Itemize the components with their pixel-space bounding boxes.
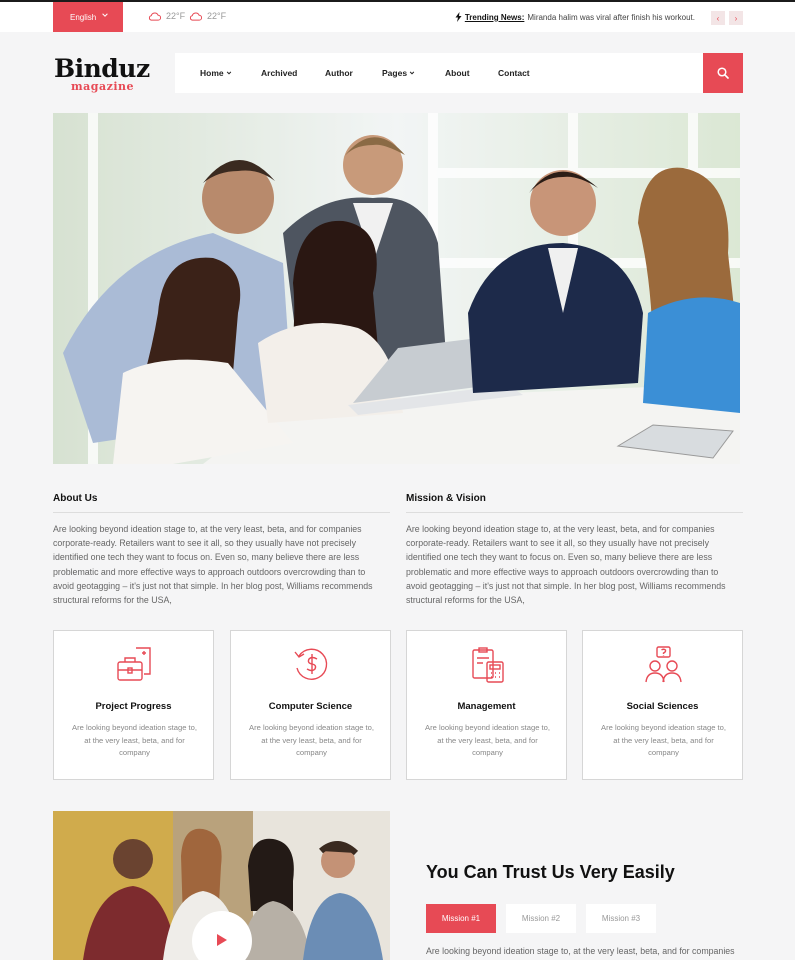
nav-item-author[interactable]: Author <box>325 68 353 78</box>
weather-item: 22°F <box>189 11 226 21</box>
service-card[interactable]: Project Progress Are looking beyond idea… <box>53 630 214 780</box>
chevron-down-icon <box>409 71 415 75</box>
main-nav: Home Archived Author Pages About Contact <box>175 53 703 93</box>
mission-text: Are looking beyond ideation stage to, at… <box>406 524 726 606</box>
nav-item-home[interactable]: Home <box>200 68 232 78</box>
logo-wordmark: Binduz <box>54 54 150 83</box>
card-text: Are looking beyond ideation stage to, at… <box>249 723 374 757</box>
hero-image <box>53 113 740 464</box>
about-heading: About Us <box>53 493 98 504</box>
tab-mission-2[interactable]: Mission #2 <box>506 904 576 933</box>
nav-label: Home <box>200 68 224 78</box>
language-label: English <box>70 12 97 22</box>
card-text: Are looking beyond ideation stage to, at… <box>425 723 550 757</box>
card-text: Are looking beyond ideation stage to, at… <box>601 723 726 757</box>
trust-text: Are looking beyond ideation stage to, at… <box>426 946 735 956</box>
logo-tagline: magazine <box>71 80 135 93</box>
service-card[interactable]: Social Sciences Are looking beyond ideat… <box>582 630 743 780</box>
video-thumbnail[interactable] <box>53 811 390 960</box>
service-card[interactable]: Management Are looking beyond ideation s… <box>406 630 567 780</box>
trending-headline[interactable]: Miranda halim was viral after finish his… <box>527 13 695 22</box>
play-icon <box>217 934 227 946</box>
chevron-right-icon: › <box>734 13 738 23</box>
nav-label: Pages <box>382 68 408 78</box>
divider <box>53 512 390 513</box>
office-team-illustration <box>53 113 740 464</box>
nav-label: Contact <box>498 68 530 78</box>
nav-label: Author <box>325 68 353 78</box>
dollar-refresh-icon <box>294 648 328 680</box>
card-text: Are looking beyond ideation stage to, at… <box>72 723 197 757</box>
chevron-down-icon <box>102 13 108 17</box>
site-logo[interactable]: Binduz magazine <box>54 54 150 93</box>
tab-mission-1[interactable]: Mission #1 <box>426 904 496 933</box>
mission-heading: Mission & Vision <box>406 493 486 504</box>
nav-label: Archived <box>261 68 298 78</box>
weather-item: 22°F <box>148 11 185 21</box>
divider <box>406 512 743 513</box>
tab-mission-3[interactable]: Mission #3 <box>586 904 656 933</box>
card-title: Social Sciences <box>626 701 699 712</box>
language-selector[interactable]: English <box>53 2 123 32</box>
briefcase-icon <box>117 647 151 681</box>
trending-label: Trending News: <box>464 12 525 22</box>
tab-label: Mission #2 <box>521 914 561 923</box>
nav-item-about[interactable]: About <box>445 68 470 78</box>
search-button[interactable] <box>703 53 743 93</box>
calculator-clipboard-icon <box>472 647 504 683</box>
service-card[interactable]: Computer Science Are looking beyond idea… <box>230 630 391 780</box>
weather-temp: 22°F <box>207 11 227 21</box>
nav-item-pages[interactable]: Pages <box>382 68 415 78</box>
card-title: Management <box>457 701 516 712</box>
tab-label: Mission #1 <box>441 914 481 923</box>
nav-item-contact[interactable]: Contact <box>498 68 530 78</box>
lightning-icon <box>455 12 462 22</box>
search-icon <box>717 67 729 79</box>
chevron-down-icon <box>226 71 231 75</box>
weather-temp: 22°F <box>166 11 186 21</box>
trending-prev-button[interactable]: ‹ <box>711 11 725 25</box>
about-text: Are looking beyond ideation stage to, at… <box>53 524 373 606</box>
trust-heading: You Can Trust Us Very Easily <box>426 862 675 882</box>
nav-label: About <box>445 68 470 78</box>
chevron-left-icon: ‹ <box>716 13 720 23</box>
cloud-icon <box>148 12 161 21</box>
people-question-icon <box>645 646 682 683</box>
card-title: Computer Science <box>268 701 353 712</box>
trending-news[interactable]: Trending News: Miranda halim was viral a… <box>455 12 695 22</box>
trending-next-button[interactable]: › <box>729 11 743 25</box>
top-bar: English 22°F 22°F Trending News: Miranda… <box>0 0 795 32</box>
nav-item-archived[interactable]: Archived <box>261 68 297 78</box>
card-title: Project Progress <box>95 701 172 712</box>
tab-label: Mission #3 <box>601 914 641 923</box>
cloud-icon <box>189 12 202 21</box>
